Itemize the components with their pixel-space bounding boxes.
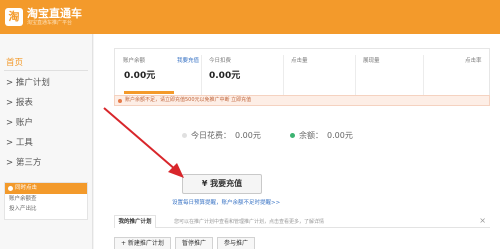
annotation-arrow: [103, 107, 184, 178]
